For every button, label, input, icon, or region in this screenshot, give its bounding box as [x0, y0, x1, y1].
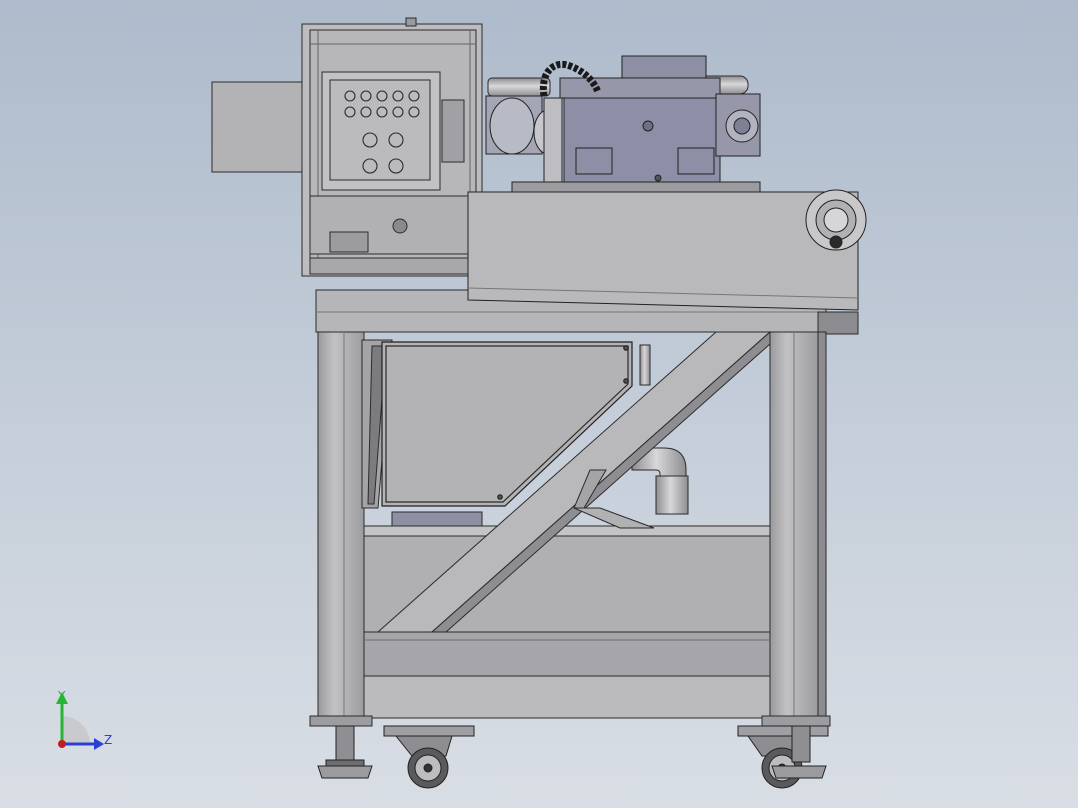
frame-lower-rail — [363, 631, 771, 677]
frame-top-plate-end — [817, 311, 859, 335]
frame-middle-shelf — [363, 525, 771, 537]
cad-viewport[interactable]: Y Z — [0, 0, 1078, 808]
handwheel[interactable] — [805, 189, 867, 251]
shelf-box — [391, 511, 483, 527]
frame-leg-left — [317, 331, 365, 719]
motor-housing — [211, 81, 309, 173]
control-enclosure[interactable] — [301, 17, 483, 277]
axis-y-label: Y — [57, 689, 66, 703]
cutter-bed — [467, 181, 859, 311]
axis-z-label: Z — [104, 733, 112, 747]
frame-bottom-rail — [363, 675, 771, 719]
